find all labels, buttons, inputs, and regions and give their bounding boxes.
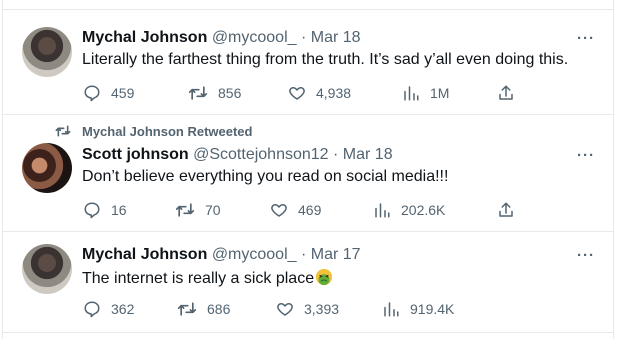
more-options-icon[interactable]: ··· (577, 147, 595, 164)
views-chart-icon (404, 86, 419, 101)
like-count: 469 (298, 202, 322, 218)
tweet[interactable]: Mychal Johnson Retweeted Scott johnson @… (3, 115, 613, 231)
views-button[interactable]: 919.4K (382, 300, 454, 318)
avatar[interactable] (22, 27, 72, 77)
like-button[interactable]: 469 (270, 201, 321, 219)
author-name[interactable]: Mychal Johnson (82, 29, 207, 46)
views-button[interactable]: 1M (402, 84, 449, 102)
avatar[interactable] (22, 244, 72, 294)
retweeted-by-label[interactable]: Mychal Johnson Retweeted (82, 124, 252, 139)
reply-button[interactable]: 459 (83, 84, 134, 102)
retweet-button[interactable]: 70 (175, 201, 221, 219)
author-handle[interactable]: @mycoool_ (212, 29, 297, 46)
tweet-header: Mychal Johnson @mycoool_ · Mar 17 (82, 246, 361, 264)
author-name[interactable]: Mychal Johnson (82, 246, 207, 263)
retweet-count: 70 (205, 202, 221, 218)
more-options-icon[interactable]: ··· (577, 247, 595, 264)
reply-count: 459 (111, 85, 135, 101)
retweet-icon (188, 86, 208, 100)
share-icon (499, 85, 513, 100)
heart-icon (289, 87, 305, 100)
views-button[interactable]: 202.6K (373, 201, 445, 219)
avatar[interactable] (22, 143, 72, 193)
share-icon (499, 202, 513, 217)
divider (3, 332, 613, 333)
views-count: 202.6K (401, 202, 446, 218)
tweet-text: Don’t believe everything you read on soc… (82, 168, 449, 185)
retweet-button[interactable]: 686 (177, 300, 230, 318)
tweet-date[interactable]: Mar 18 (311, 29, 361, 46)
retweet-button[interactable]: 856 (188, 84, 241, 102)
heart-icon (277, 303, 293, 316)
tweet[interactable]: Mychal Johnson @mycoool_ · Mar 17 ··· Th… (3, 232, 613, 332)
like-count: 4,938 (316, 85, 352, 101)
like-button[interactable]: 3,393 (276, 300, 339, 318)
reply-icon (84, 202, 100, 219)
views-chart-icon (384, 302, 399, 317)
retweet-count: 686 (207, 301, 231, 317)
separator-dot: · (300, 29, 307, 46)
tweet[interactable]: Mychal Johnson @mycoool_ · Mar 18 ··· Li… (3, 10, 613, 114)
reply-button[interactable]: 362 (83, 300, 134, 318)
retweet-icon (175, 203, 195, 217)
views-chart-icon (375, 203, 390, 218)
separator-dot: · (333, 146, 339, 163)
nauseated-face-emoji-icon (316, 268, 333, 286)
tweet-text-content: The internet is really a sick place (82, 270, 315, 287)
separator-dot: · (300, 246, 307, 263)
reply-icon (84, 301, 100, 318)
heart-icon (271, 204, 287, 217)
author-handle[interactable]: @mycoool_ (212, 246, 297, 263)
tweet-header: Mychal Johnson @mycoool_ · Mar 18 (82, 29, 361, 47)
more-options-icon[interactable]: ··· (577, 30, 595, 47)
views-count: 919.4K (410, 301, 455, 317)
author-handle[interactable]: @Scottejohnson12 (193, 146, 328, 163)
author-name[interactable]: Scott johnson (82, 146, 189, 163)
like-count: 3,393 (304, 301, 340, 317)
tweet-text: Literally the farthest thing from the tr… (82, 51, 569, 68)
tweet-header: Scott johnson @Scottejohnson12 · Mar 18 (82, 146, 393, 164)
tweet-text: The internet is really a sick place (82, 268, 333, 288)
retweet-icon (55, 125, 71, 137)
reply-icon (84, 85, 100, 102)
tweet-date[interactable]: Mar 18 (343, 146, 393, 163)
like-button[interactable]: 4,938 (288, 84, 351, 102)
share-button[interactable] (497, 201, 525, 219)
reply-button[interactable]: 16 (83, 201, 127, 219)
tweet-date[interactable]: Mar 17 (311, 246, 361, 263)
retweet-icon (177, 302, 197, 316)
share-button[interactable] (497, 84, 525, 102)
reply-count: 362 (111, 301, 135, 317)
retweet-count: 856 (218, 85, 242, 101)
timeline-right-border (613, 0, 614, 339)
views-count: 1M (430, 85, 450, 101)
reply-count: 16 (111, 202, 127, 218)
